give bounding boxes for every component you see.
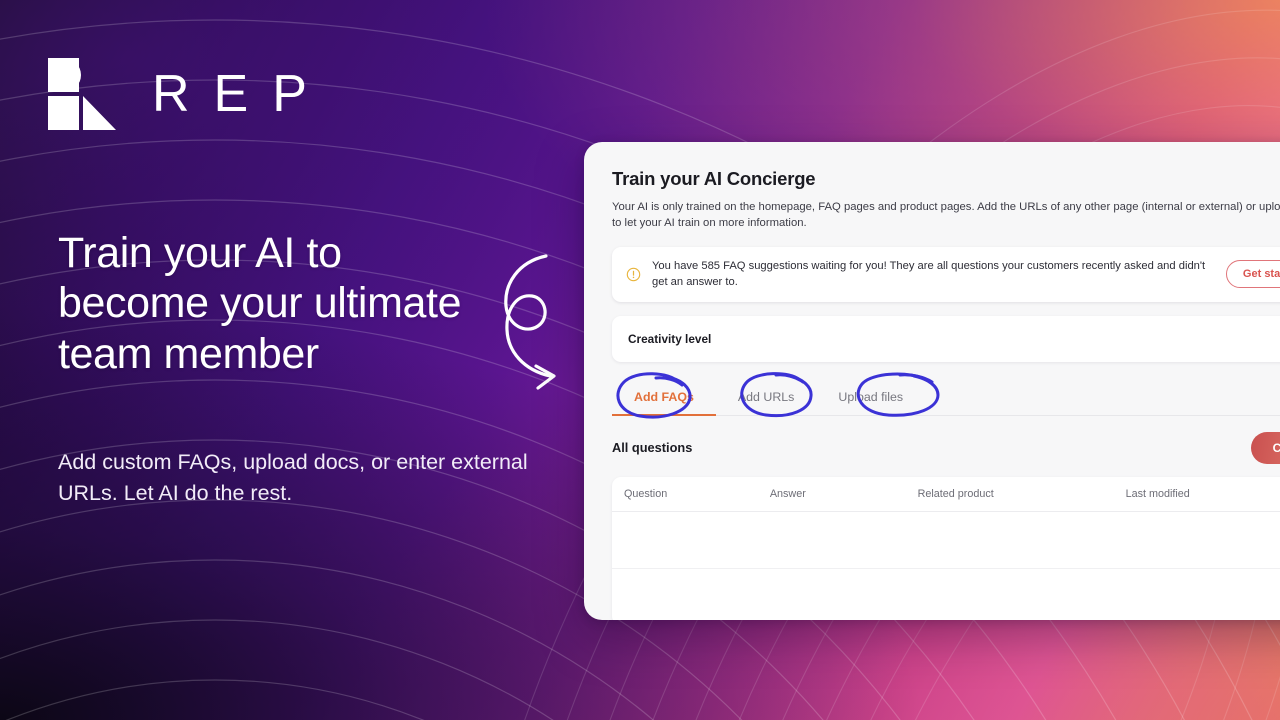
tab-upload-files[interactable]: Upload files (816, 380, 925, 415)
get-started-button[interactable]: Get started (1225, 260, 1280, 289)
rep-logo-icon (48, 58, 116, 130)
all-questions-title: All questions (612, 440, 693, 456)
page-title: Train your AI Concierge (612, 168, 816, 189)
creativity-level-label: Creativity level (628, 331, 712, 346)
tab-add-faqs[interactable]: Add FAQs (612, 380, 716, 416)
brand-lockup: REP (48, 58, 331, 130)
column-header-answer: Answer (769, 487, 806, 500)
hero-subcopy: Add custom FAQs, upload docs, or enter e… (58, 450, 528, 505)
hero-headline: Train your AI to become your ultimate te… (58, 229, 462, 378)
brand-wordmark: REP (152, 65, 331, 123)
faq-suggestions-alert: You have 585 FAQ suggestions waiting for… (612, 247, 1280, 302)
column-header-related-product: Related product (917, 487, 994, 500)
table-header-row: Question Answer Related product Last mod… (612, 477, 1280, 512)
tab-add-urls[interactable]: Add URLs (716, 380, 816, 415)
alert-message: You have 585 FAQ suggestions waiting for… (652, 260, 1206, 289)
app-panel: Train your AI Concierge Your AI is only … (584, 142, 1280, 620)
table-row[interactable] (612, 569, 1280, 620)
creativity-level-card[interactable]: Creativity level (612, 315, 1280, 362)
table-row[interactable] (612, 512, 1280, 569)
column-header-last-modified: Last modified (1125, 487, 1190, 500)
warning-circle-icon (626, 267, 641, 282)
all-questions-header: All questions Create (612, 431, 1280, 464)
page-description: Your AI is only trained on the homepage,… (612, 201, 1280, 230)
promo-screenshot: REP Train your AI to become your ultimat… (0, 0, 1280, 720)
create-button[interactable]: Create (1250, 431, 1280, 464)
questions-table: Question Answer Related product Last mod… (612, 476, 1280, 620)
column-header-question: Question (624, 487, 668, 500)
curly-arrow-icon (488, 248, 588, 398)
training-tabs: Add FAQs Add URLs Upload files (612, 371, 1280, 418)
